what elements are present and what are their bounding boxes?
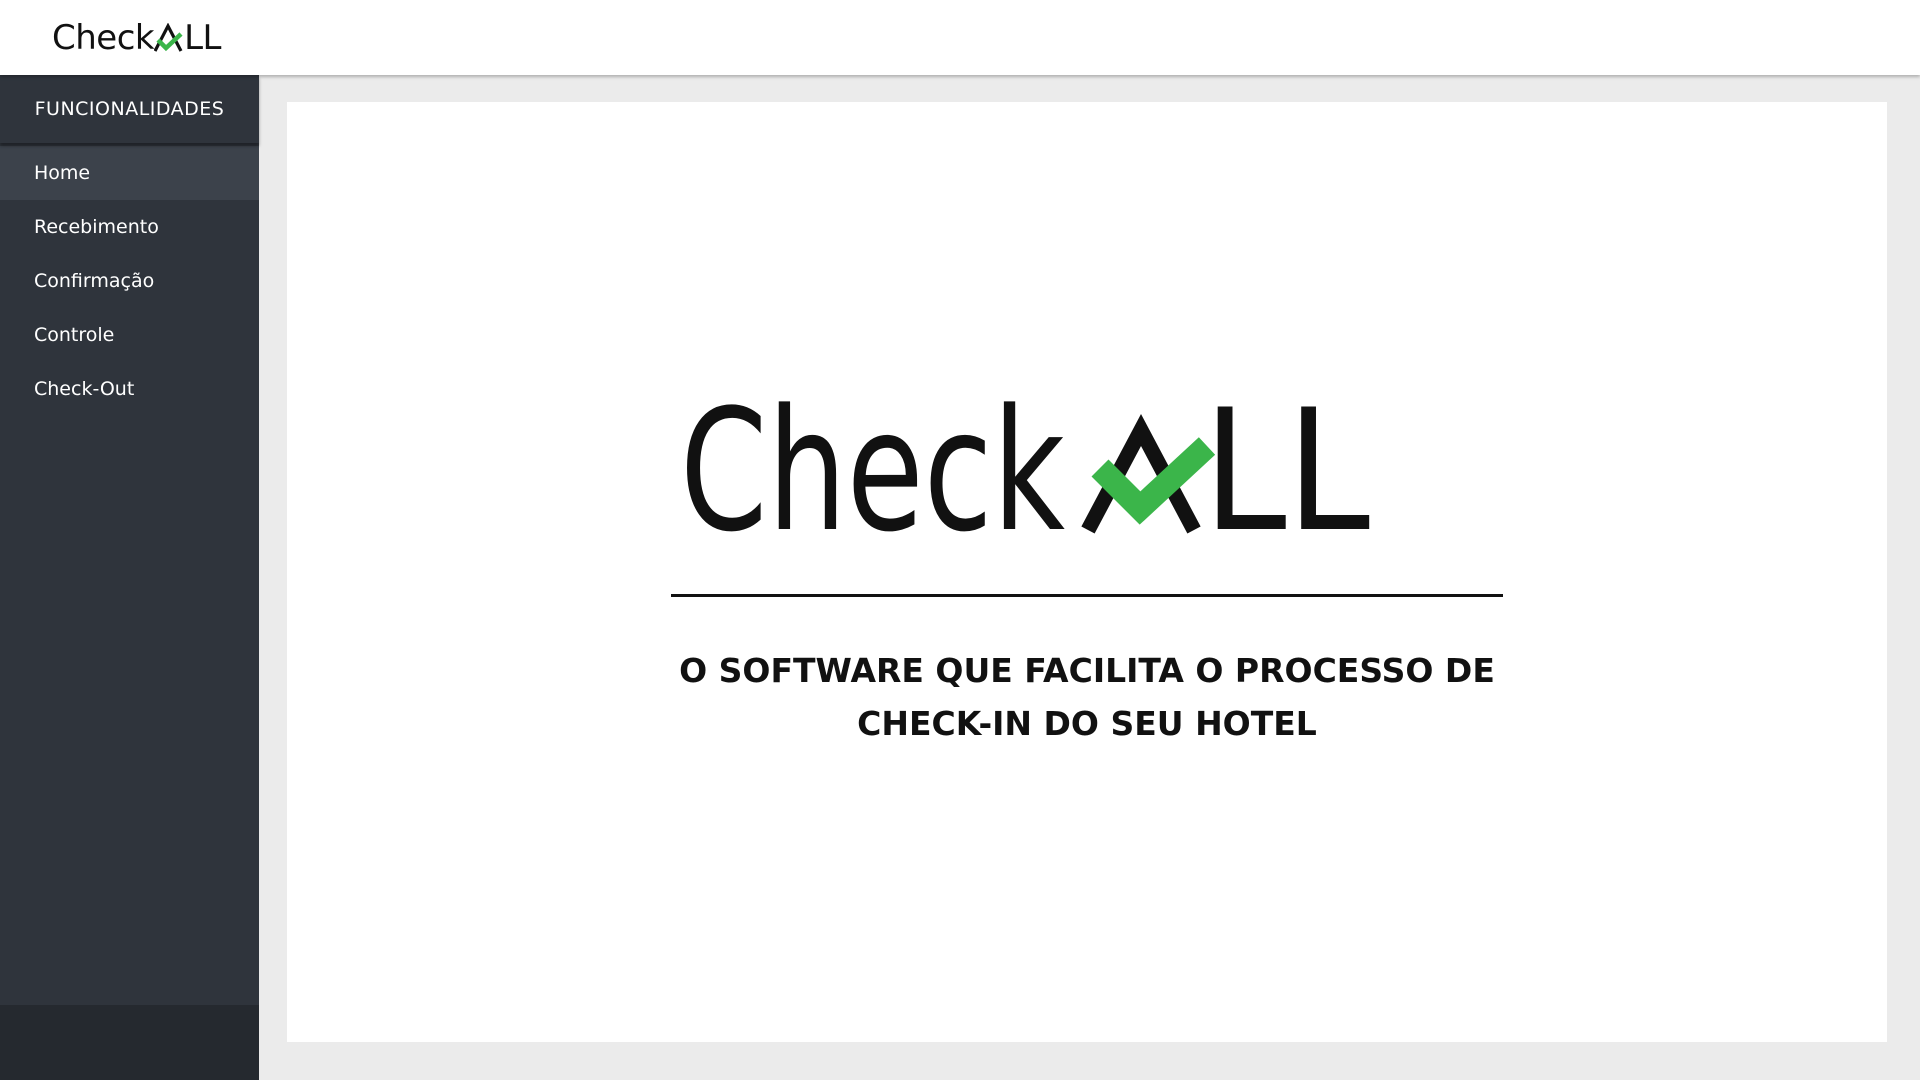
top-bar: Check LL	[0, 0, 1920, 75]
logo-a-check-icon	[154, 23, 183, 52]
hero-divider	[671, 594, 1503, 597]
app-logo[interactable]: Check LL	[52, 16, 221, 60]
logo-text-suffix: LL	[184, 18, 221, 58]
sidebar-item-check-out[interactable]: Check-Out	[0, 362, 259, 416]
sidebar-item-recebimento[interactable]: Recebimento	[0, 200, 259, 254]
hero-logo-text-suffix: LL	[1203, 390, 1370, 540]
sidebar: FUNCIONALIDADES Home Recebimento Confirm…	[0, 75, 259, 1080]
sidebar-header: FUNCIONALIDADES	[0, 75, 259, 143]
sidebar-item-home[interactable]: Home	[0, 146, 259, 200]
tagline-line-1: O SOFTWARE QUE FACILITA O PROCESSO DE	[679, 651, 1495, 690]
hero-logo-text: Check	[680, 390, 1065, 540]
tagline: O SOFTWARE QUE FACILITA O PROCESSO DE CH…	[587, 644, 1587, 750]
hero-logo-a-check-icon	[1081, 413, 1216, 534]
main-content-card: Check LL O SOFTWARE QUE FACILITA O PROCE…	[287, 102, 1887, 1042]
sidebar-nav: Home Recebimento Confirmação Controle Ch…	[0, 143, 259, 416]
sidebar-footer	[0, 1005, 259, 1080]
sidebar-item-controle[interactable]: Controle	[0, 308, 259, 362]
sidebar-item-confirmacao[interactable]: Confirmação	[0, 254, 259, 308]
tagline-line-2: CHECK-IN DO SEU HOTEL	[857, 704, 1317, 743]
logo-text: Check	[52, 18, 155, 58]
hero-logo: Check LL	[680, 390, 1496, 540]
